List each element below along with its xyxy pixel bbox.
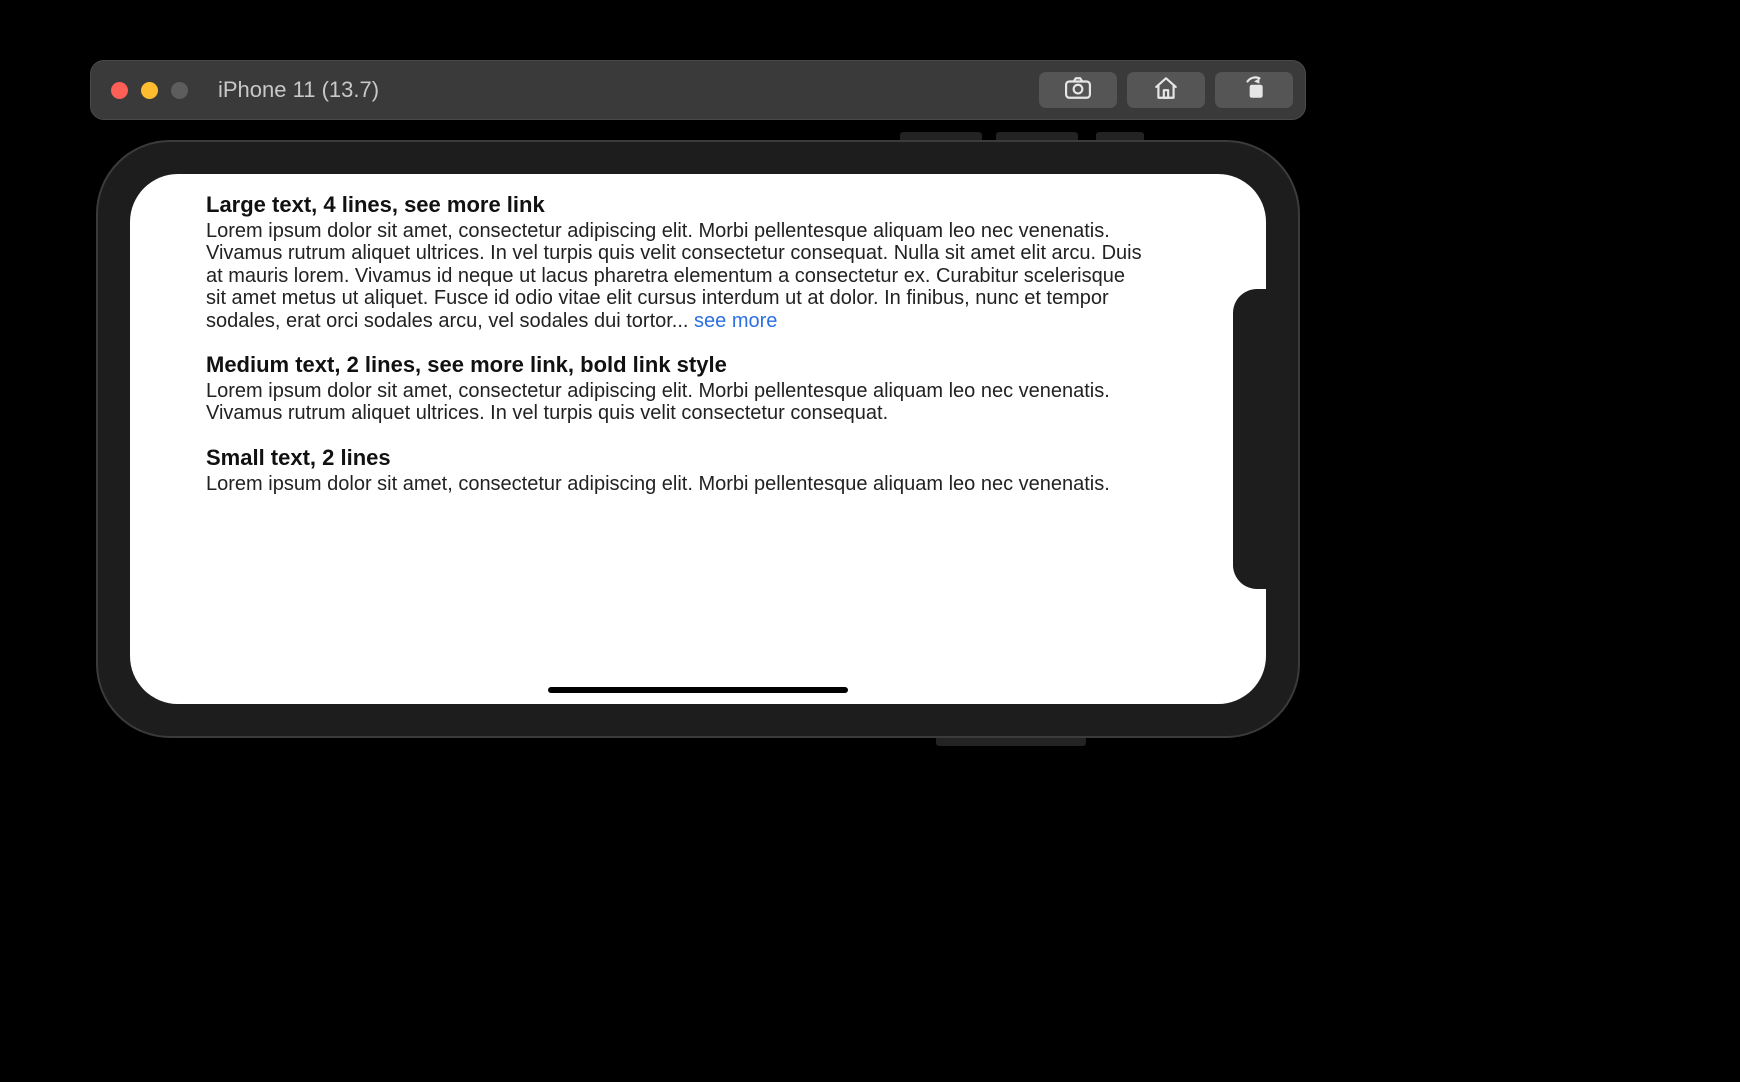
example-section-medium: Medium text, 2 lines, see more link, bol… xyxy=(206,352,1146,425)
window-controls xyxy=(111,82,188,99)
app-content: Large text, 4 lines, see more link Lorem… xyxy=(206,192,1146,515)
close-window-button[interactable] xyxy=(111,82,128,99)
toolbar xyxy=(1039,72,1293,108)
zoom-window-button[interactable] xyxy=(171,82,188,99)
rotate-button[interactable] xyxy=(1215,72,1293,108)
device-notch xyxy=(1233,289,1266,589)
example-section-large: Large text, 4 lines, see more link Lorem… xyxy=(206,192,1146,332)
minimize-window-button[interactable] xyxy=(141,82,158,99)
device-screen[interactable]: Large text, 4 lines, see more link Lorem… xyxy=(130,174,1266,704)
window-title: iPhone 11 (13.7) xyxy=(218,77,379,103)
section-body: Lorem ipsum dolor sit amet, consectetur … xyxy=(206,220,1146,332)
body-text: Lorem ipsum dolor sit amet, consectetur … xyxy=(206,220,1142,332)
home-indicator[interactable] xyxy=(548,687,848,693)
section-title: Small text, 2 lines xyxy=(206,445,1146,471)
see-more-link[interactable]: see more xyxy=(694,310,777,332)
section-title: Medium text, 2 lines, see more link, bol… xyxy=(206,352,1146,378)
simulator-titlebar: iPhone 11 (13.7) xyxy=(90,60,1306,120)
camera-icon xyxy=(1065,75,1091,106)
section-title: Large text, 4 lines, see more link xyxy=(206,192,1146,218)
section-body: Lorem ipsum dolor sit amet, consectetur … xyxy=(206,473,1146,495)
home-icon xyxy=(1153,75,1179,106)
example-section-small: Small text, 2 lines Lorem ipsum dolor si… xyxy=(206,445,1146,495)
section-body: Lorem ipsum dolor sit amet, consectetur … xyxy=(206,380,1146,425)
home-button[interactable] xyxy=(1127,72,1205,108)
device-frame: Large text, 4 lines, see more link Lorem… xyxy=(96,140,1300,738)
screenshot-button[interactable] xyxy=(1039,72,1117,108)
simulator-device: Large text, 4 lines, see more link Lorem… xyxy=(96,140,1300,738)
rotate-icon xyxy=(1241,75,1267,106)
